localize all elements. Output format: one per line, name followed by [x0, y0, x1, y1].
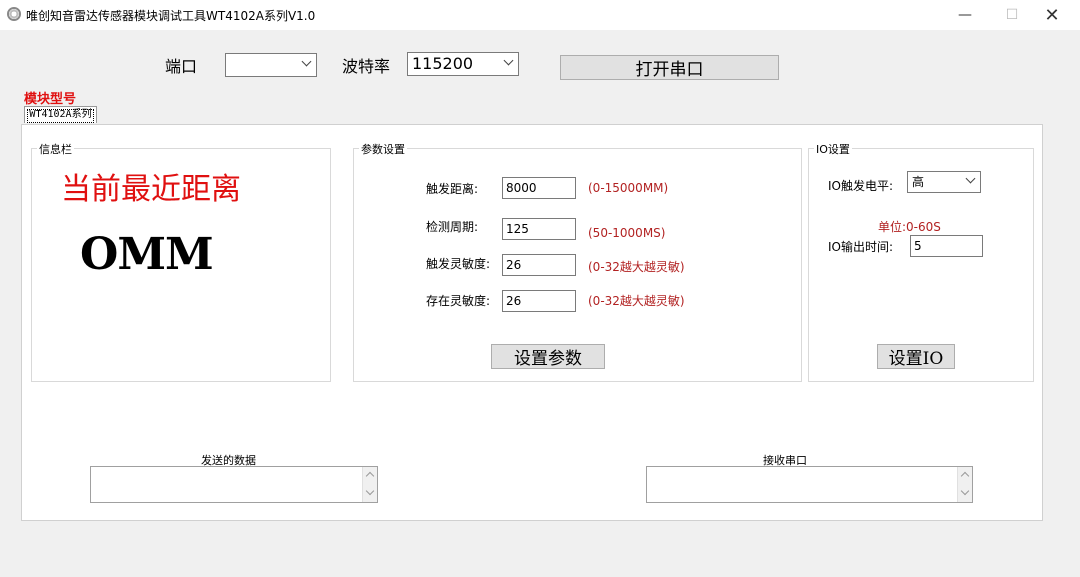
scroll-up-icon[interactable]	[960, 471, 970, 481]
trigger-sensitivity-hint: (0-32越大越灵敏)	[588, 260, 685, 274]
info-group-title: 信息栏	[37, 141, 74, 157]
model-label: 模块型号	[24, 92, 77, 107]
scroll-down-icon[interactable]	[960, 486, 970, 496]
io-level-label: IO触发电平:	[828, 179, 894, 193]
minimize-icon[interactable]: —	[942, 0, 988, 30]
set-io-button[interactable]: 设置IO	[877, 344, 955, 369]
baud-select-value: 115200	[412, 54, 474, 73]
distance-value: OMM	[80, 229, 214, 280]
presence-sensitivity-input[interactable]: 26	[502, 290, 576, 312]
title-bar: 唯创知音雷达传感器模块调试工具WT4102A系列V1.0 — ☐ ✕	[0, 0, 1080, 30]
receive-port-textarea[interactable]	[646, 466, 973, 503]
baud-select[interactable]: 115200	[407, 52, 519, 76]
open-port-button[interactable]: 打开串口	[560, 55, 779, 80]
io-level-value: 高	[912, 175, 925, 189]
detect-period-hint: (50-1000MS)	[588, 226, 666, 240]
io-level-select[interactable]: 高	[907, 171, 981, 193]
send-data-textarea[interactable]	[90, 466, 378, 503]
window-title: 唯创知音雷达传感器模块调试工具WT4102A系列V1.0	[26, 9, 316, 23]
scroll-up-icon[interactable]	[365, 471, 375, 481]
port-label: 端口	[165, 57, 198, 76]
detect-period-label: 检测周期:	[426, 220, 479, 234]
io-group: IO设置 IO触发电平: 高 单位:0-60S IO输出时间: 5 设置IO	[808, 141, 1034, 382]
nearest-distance-heading: 当前最近距离	[61, 172, 241, 207]
app-icon	[7, 7, 21, 21]
chevron-down-icon	[965, 173, 976, 184]
chevron-down-icon	[503, 55, 514, 66]
trigger-distance-input[interactable]: 8000	[502, 177, 576, 199]
presence-sensitivity-label: 存在灵敏度:	[426, 294, 491, 308]
send-scrollbar[interactable]	[362, 467, 377, 502]
scroll-down-icon[interactable]	[365, 486, 375, 496]
io-unit-hint: 单位:0-60S	[878, 220, 941, 234]
presence-sensitivity-hint: (0-32越大越灵敏)	[588, 294, 685, 308]
io-time-label: IO输出时间:	[828, 240, 894, 254]
trigger-sensitivity-label: 触发灵敏度:	[426, 257, 491, 271]
receive-scrollbar[interactable]	[957, 467, 972, 502]
trigger-distance-label: 触发距离:	[426, 182, 479, 196]
info-group: 信息栏 当前最近距离 OMM	[31, 141, 331, 382]
params-group-title: 参数设置	[359, 141, 407, 157]
tab-wt4102a[interactable]: WT4102A系列	[24, 106, 97, 123]
port-select[interactable]	[225, 53, 317, 77]
trigger-distance-hint: (0-15000MM)	[588, 181, 669, 195]
trigger-sensitivity-input[interactable]: 26	[502, 254, 576, 276]
chevron-down-icon	[301, 56, 312, 67]
baud-label: 波特率	[342, 57, 391, 76]
io-time-input[interactable]: 5	[910, 235, 983, 257]
params-group: 参数设置 触发距离: 8000 (0-15000MM) 检测周期: 125 (5…	[353, 141, 802, 382]
io-group-title: IO设置	[814, 141, 852, 157]
set-params-button[interactable]: 设置参数	[491, 344, 605, 369]
detect-period-input[interactable]: 125	[502, 218, 576, 240]
tab-focus-rect	[27, 109, 94, 123]
close-icon[interactable]: ✕	[1029, 0, 1075, 30]
